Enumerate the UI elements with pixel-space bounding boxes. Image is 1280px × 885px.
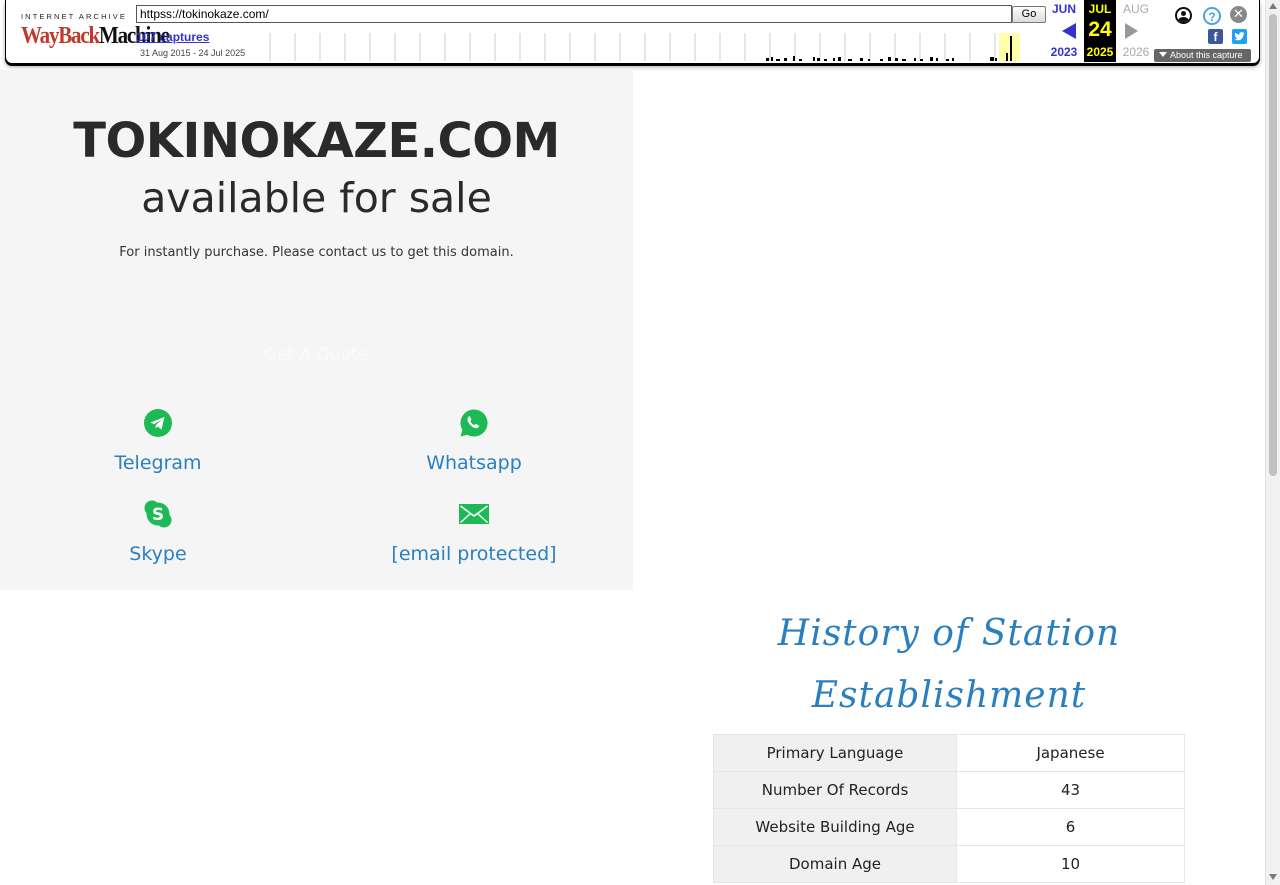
row-value: 10: [956, 845, 1185, 883]
capture-date-range: 31 Aug 2015 - 24 Jul 2025: [140, 48, 246, 58]
current-day: 24: [1088, 18, 1112, 41]
next-capture-arrow-icon: [1125, 23, 1138, 39]
user-icon[interactable]: [1175, 7, 1192, 24]
caret-down-icon: [1159, 52, 1167, 57]
history-title: History of Station Establishment: [777, 613, 1121, 716]
close-icon[interactable]: ✕: [1230, 6, 1247, 23]
sale-description: For instantly purchase. Please contact u…: [119, 245, 514, 260]
whatsapp-icon: [459, 408, 489, 438]
skype-label: Skype: [129, 543, 187, 565]
wayback-logo[interactable]: INTERNET ARCHIVE WayBackMachine: [21, 9, 170, 49]
help-icon[interactable]: ?: [1203, 7, 1221, 25]
whatsapp-label: Whatsapp: [426, 452, 522, 474]
contact-email[interactable]: [email protected]: [374, 499, 574, 565]
row-value: Japanese: [956, 734, 1185, 772]
about-capture-label: About this capture: [1170, 50, 1243, 60]
table-row: Number Of Records 43: [713, 771, 1185, 809]
current-month: JUL: [1088, 2, 1112, 16]
scroll-up-arrow-icon[interactable]: [1269, 3, 1277, 9]
table-row: Website Building Age 6: [713, 808, 1185, 846]
prev-capture-arrow-icon[interactable]: [1062, 23, 1076, 39]
telegram-label: Telegram: [114, 452, 202, 474]
prev-year-link[interactable]: 2023: [1047, 45, 1081, 59]
row-value: 43: [956, 771, 1185, 809]
row-key: Primary Language: [713, 734, 957, 772]
row-value: 6: [956, 808, 1185, 846]
current-capture-date: JUL 24 2025: [1084, 0, 1116, 62]
go-button[interactable]: Go: [1012, 6, 1046, 23]
get-quote-button[interactable]: Get A Quote: [216, 339, 416, 371]
table-row: Domain Age 10: [713, 845, 1185, 883]
contact-telegram[interactable]: Telegram: [58, 408, 258, 474]
contact-whatsapp[interactable]: Whatsapp: [374, 408, 574, 474]
about-capture-button[interactable]: About this capture: [1154, 49, 1251, 62]
svg-text:S: S: [152, 505, 164, 525]
row-key: Website Building Age: [713, 808, 957, 846]
row-key: Domain Age: [713, 845, 957, 883]
twitter-icon[interactable]: [1232, 29, 1247, 44]
contact-skype[interactable]: S Skype: [58, 499, 258, 565]
telegram-icon: [143, 408, 173, 438]
email-label: [email protected]: [391, 543, 557, 565]
history-table: Primary Language Japanese Number Of Reco…: [713, 734, 1185, 883]
domain-title: TOKINOKAZE.COM: [73, 113, 560, 169]
skype-icon: S: [143, 499, 173, 529]
scroll-thumb[interactable]: [1269, 14, 1277, 476]
capture-sparkline[interactable]: [268, 33, 1020, 61]
scroll-down-arrow-icon[interactable]: [1269, 874, 1277, 880]
logo-top-text: INTERNET ARCHIVE: [21, 12, 127, 21]
row-key: Number Of Records: [713, 771, 957, 809]
envelope-icon: [459, 499, 489, 529]
sale-subtitle: available for sale: [141, 174, 492, 222]
prev-month-link[interactable]: JUN: [1047, 2, 1081, 16]
wayback-toolbar: INTERNET ARCHIVE WayBackMachine httpss:/…: [5, 0, 1260, 64]
current-year: 2025: [1086, 45, 1114, 59]
page-scrollbar[interactable]: [1265, 0, 1280, 885]
url-input[interactable]: httpss://tokinokaze.com/: [136, 5, 1012, 23]
table-row: Primary Language Japanese: [713, 734, 1185, 772]
facebook-icon[interactable]: f: [1208, 29, 1223, 44]
next-year-label: 2026: [1122, 45, 1150, 59]
captures-link[interactable]: 107 captures: [136, 30, 209, 44]
next-month-label: AUG: [1122, 2, 1149, 16]
